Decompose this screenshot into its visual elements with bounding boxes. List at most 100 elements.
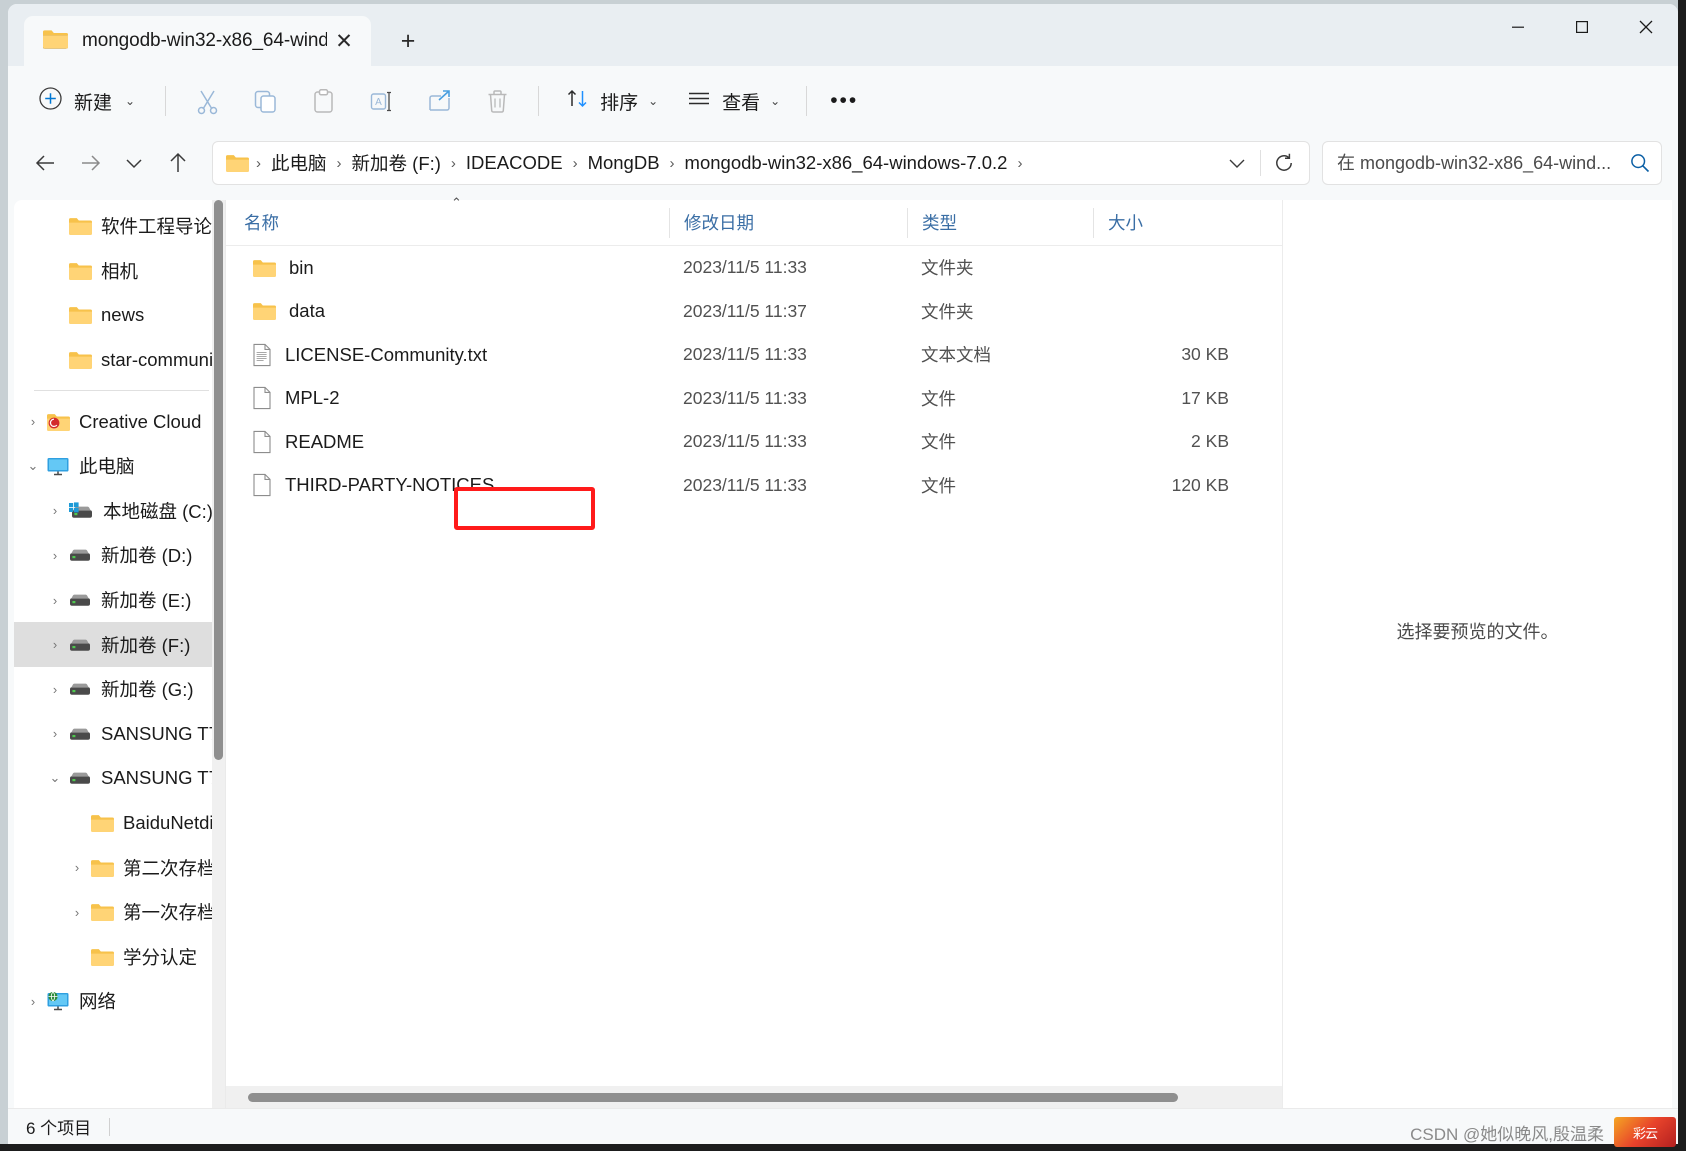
column-header-type[interactable]: 类型 — [907, 207, 1093, 238]
table-row[interactable]: README 2023/11/5 11:33 文件 2 KB — [226, 420, 1282, 464]
horizontal-scrollbar-thumb[interactable] — [248, 1092, 1178, 1102]
address-bar[interactable]: › 此电脑 › 新加卷 (F:) › IDEACODE › MongDB › m… — [212, 141, 1310, 185]
chevron-down-icon[interactable]: ⌄ — [20, 458, 46, 474]
csdn-watermark: CSDN @她似晚风,殷温柔 彩云 — [1410, 1117, 1676, 1147]
chevron-right-icon[interactable]: › — [20, 994, 46, 1009]
folder-tree: 软件工程导论 相机 news star-communit › Creative Cloud… — [14, 200, 225, 1024]
sidebar-item-sansung-t7-s[interactable]: ⌄ SANSUNG T7 S — [14, 756, 225, 801]
minimize-button[interactable] — [1486, 4, 1550, 50]
up-button[interactable] — [156, 143, 200, 183]
navigation-bar: › 此电脑 › 新加卷 (F:) › IDEACODE › MongDB › m… — [8, 136, 1678, 200]
paste-button[interactable] — [294, 77, 352, 125]
chevron-right-icon[interactable]: › — [64, 860, 90, 875]
breadcrumb-item-0[interactable]: 此电脑 — [264, 146, 334, 180]
sidebar-item-f[interactable]: › 新加卷 (F:) — [14, 622, 225, 667]
delete-button[interactable] — [468, 77, 526, 125]
new-tab-button[interactable]: + — [387, 20, 429, 62]
maximize-button[interactable] — [1550, 4, 1614, 50]
sidebar-item-baidunetdisk[interactable]: BaiduNetdisk — [14, 801, 225, 846]
chevron-right-icon[interactable]: › — [42, 726, 68, 741]
sidebar-item-[interactable]: 学分认定 — [14, 935, 225, 980]
drive-icon — [68, 592, 92, 608]
column-header-date-label: 修改日期 — [684, 213, 754, 233]
sidebar-item-[interactable]: 软件工程导论 — [14, 204, 225, 249]
explorer-tab[interactable]: mongodb-win32-x86_64-wind ✕ — [24, 16, 371, 66]
sidebar-item-202[interactable]: › 第二次存档202 — [14, 845, 225, 890]
sidebar-item-d[interactable]: › 新加卷 (D:) — [14, 533, 225, 578]
sidebar-item-c[interactable]: › 本地磁盘 (C:) — [14, 489, 225, 534]
sidebar-item-sansung-t7[interactable]: › SANSUNG T7 — [14, 712, 225, 757]
recent-locations-button[interactable] — [112, 143, 156, 183]
folder-icon — [90, 902, 114, 922]
new-button[interactable]: 新建 ⌄ — [26, 78, 147, 124]
table-row[interactable]: MPL-2 2023/11/5 11:33 文件 17 KB — [226, 377, 1282, 421]
table-row[interactable]: data 2023/11/5 11:37 文件夹 — [226, 290, 1282, 334]
folder-icon — [225, 153, 249, 173]
tab-close-icon[interactable]: ✕ — [327, 24, 361, 58]
toolbar-divider-1 — [165, 86, 167, 116]
table-row[interactable]: bin 2023/11/5 11:33 文件夹 — [226, 246, 1282, 290]
column-header-date[interactable]: 修改日期 — [669, 207, 907, 238]
chevron-down-icon: ⌄ — [125, 94, 136, 108]
refresh-button[interactable] — [1265, 144, 1303, 182]
horizontal-scrollbar-track[interactable] — [226, 1086, 1282, 1108]
sidebar-item-[interactable]: › 网络 — [14, 979, 225, 1024]
chevron-right-icon[interactable]: › — [42, 548, 68, 563]
chevron-right-icon[interactable]: › — [42, 682, 68, 697]
svg-text:A: A — [375, 97, 382, 108]
sidebar-scrollbar-thumb[interactable] — [214, 200, 223, 760]
sidebar-item-creative-cloud[interactable]: › Creative Cloud — [14, 399, 225, 444]
desktop-background: mongodb-win32-x86_64-wind ✕ + 新建 ⌄ A 排序 … — [0, 0, 1686, 1151]
sidebar-item-label: BaiduNetdisk — [123, 812, 219, 834]
file-list-pane: ⌃ 名称 修改日期 类型 大小 bin 2023/11/5 11:33 文件夹 dat… — [226, 195, 1282, 1108]
search-input[interactable] — [1337, 152, 1629, 174]
sidebar-item-g[interactable]: › 新加卷 (G:) — [14, 667, 225, 712]
share-button[interactable] — [410, 77, 468, 125]
rename-button[interactable]: A — [352, 77, 410, 125]
sidebar-item-202[interactable]: › 第一次存档202 — [14, 890, 225, 935]
cut-button[interactable] — [178, 77, 236, 125]
folder-icon — [68, 216, 92, 236]
column-header-type-label: 类型 — [922, 213, 957, 233]
file-date-cell: 2023/11/5 11:33 — [683, 257, 807, 278]
breadcrumb-separator: › — [572, 154, 578, 172]
copy-button[interactable] — [236, 77, 294, 125]
chevron-right-icon[interactable]: › — [64, 905, 90, 920]
chevron-right-icon[interactable]: › — [20, 414, 46, 429]
breadcrumb-item-2[interactable]: IDEACODE — [459, 148, 570, 178]
sidebar-item-[interactable]: ⌄ 此电脑 — [14, 444, 225, 489]
sidebar-item-label: 本地磁盘 (C:) — [103, 500, 213, 522]
table-row[interactable]: LICENSE-Community.txt 2023/11/5 11:33 文本文档… — [226, 333, 1282, 377]
address-history-button[interactable] — [1218, 144, 1256, 182]
textfile-icon — [252, 343, 272, 367]
search-icon[interactable] — [1629, 152, 1651, 174]
folder-icon — [90, 947, 114, 967]
address-bar-actions — [1218, 144, 1303, 182]
column-header-name[interactable]: ⌃ 名称 — [244, 195, 669, 238]
sidebar-item-e[interactable]: › 新加卷 (E:) — [14, 578, 225, 623]
folder-icon — [68, 305, 92, 325]
sidebar-scrollbar-track[interactable] — [212, 200, 225, 1108]
sidebar-item-star-communit[interactable]: star-communit — [14, 338, 225, 383]
view-button[interactable]: 查看 ⌄ — [672, 80, 794, 123]
chevron-right-icon[interactable]: › — [42, 503, 68, 518]
breadcrumb-item-3[interactable]: MongDB — [581, 148, 667, 178]
file-date-cell: 2023/11/5 11:33 — [683, 387, 807, 408]
chevron-right-icon[interactable]: › — [42, 637, 68, 652]
forward-button[interactable] — [68, 143, 112, 183]
column-header-size[interactable]: 大小 — [1093, 207, 1243, 238]
chevron-right-icon[interactable]: › — [42, 593, 68, 608]
sidebar-item-label: 此电脑 — [79, 456, 135, 478]
sort-button[interactable]: 排序 ⌄ — [551, 78, 672, 124]
search-box[interactable] — [1322, 141, 1662, 185]
breadcrumb-item-4[interactable]: mongodb-win32-x86_64-windows-7.0.2 — [678, 148, 1015, 178]
sidebar-item-news[interactable]: news — [14, 293, 225, 338]
close-button[interactable] — [1614, 4, 1678, 50]
sidebar-item-[interactable]: 相机 — [14, 249, 225, 294]
more-options-button[interactable]: ••• — [819, 77, 869, 125]
explorer-body: 软件工程导论 相机 news star-communit › Creative Cloud… — [8, 195, 1678, 1108]
back-button[interactable] — [24, 143, 68, 183]
table-row[interactable]: THIRD-PARTY-NOTICES 2023/11/5 11:33 文件 120 … — [226, 464, 1282, 508]
chevron-down-icon[interactable]: ⌄ — [42, 770, 68, 786]
breadcrumb-item-1[interactable]: 新加卷 (F:) — [345, 146, 448, 180]
